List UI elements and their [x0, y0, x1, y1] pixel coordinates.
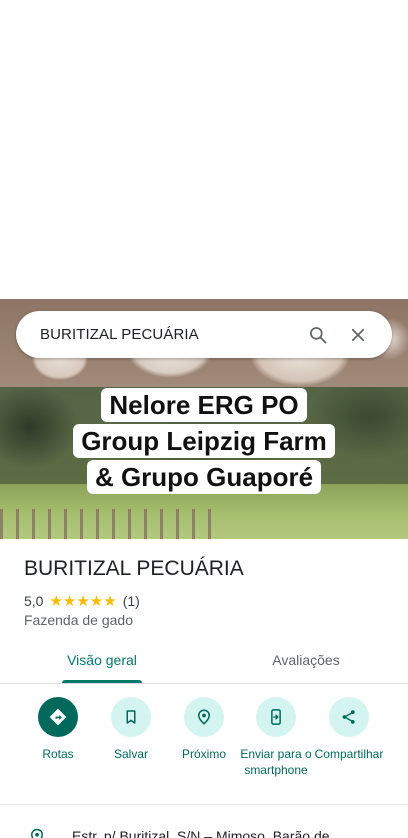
send-to-phone-icon [256, 697, 296, 737]
share-button[interactable]: Compartilhar [309, 697, 389, 762]
directions-icon [38, 697, 78, 737]
rating-value: 5,0 [24, 593, 44, 609]
tab-bar: Visão geral Avaliações [0, 640, 408, 684]
address-row[interactable]: Estr. p/ Buritizal, S/N – Mimoso, Barão … [0, 820, 408, 838]
search-bar[interactable]: BURITIZAL PECUÁRIA [16, 311, 392, 358]
place-page: Nelore ERG PO Group Leipzig Farm & Grupo… [0, 0, 408, 838]
send-to-phone-button[interactable]: Enviar para o smartphone [236, 697, 316, 778]
tab-reviews-label: Avaliações [272, 652, 340, 668]
rating-row[interactable]: 5,0 ★★★★★ (1) [24, 592, 140, 610]
close-icon[interactable] [338, 315, 378, 355]
caption-line-2: Group Leipzig Farm [73, 424, 335, 458]
search-icon[interactable] [298, 315, 338, 355]
tab-overview[interactable]: Visão geral [0, 640, 204, 683]
address-text: Estr. p/ Buritizal, S/N – Mimoso, Barão … [72, 828, 330, 838]
save-button[interactable]: Salvar [91, 697, 171, 762]
nearby-icon [184, 697, 224, 737]
star-rating-icon: ★★★★★ [49, 593, 117, 610]
photo-caption: Nelore ERG PO Group Leipzig Farm & Grupo… [0, 387, 408, 495]
place-title: BURITIZAL PECUÁRIA [24, 557, 244, 580]
nearby-label: Próximo [181, 747, 226, 761]
location-pin-icon [28, 828, 46, 838]
fence-photo-area [0, 509, 220, 539]
section-divider [0, 804, 408, 805]
share-icon [329, 697, 369, 737]
tab-reviews[interactable]: Avaliações [204, 640, 408, 683]
active-tab-indicator [62, 680, 142, 683]
send-to-phone-label: Enviar para o smartphone [240, 747, 312, 777]
nearby-button[interactable]: Próximo [164, 697, 244, 762]
bookmark-icon [111, 697, 151, 737]
directions-button[interactable]: Rotas [18, 697, 98, 762]
share-label: Compartilhar [314, 747, 384, 761]
directions-label: Rotas [42, 747, 74, 761]
place-category[interactable]: Fazenda de gado [24, 612, 133, 628]
save-label: Salvar [113, 747, 148, 761]
caption-line-1: Nelore ERG PO [101, 388, 307, 422]
tab-overview-label: Visão geral [67, 652, 137, 668]
review-count: (1) [122, 593, 140, 609]
caption-line-3: & Grupo Guaporé [86, 460, 322, 494]
search-input[interactable]: BURITIZAL PECUÁRIA [40, 326, 298, 343]
action-buttons: Rotas Salvar Próximo Enviar para o smart… [0, 697, 408, 797]
